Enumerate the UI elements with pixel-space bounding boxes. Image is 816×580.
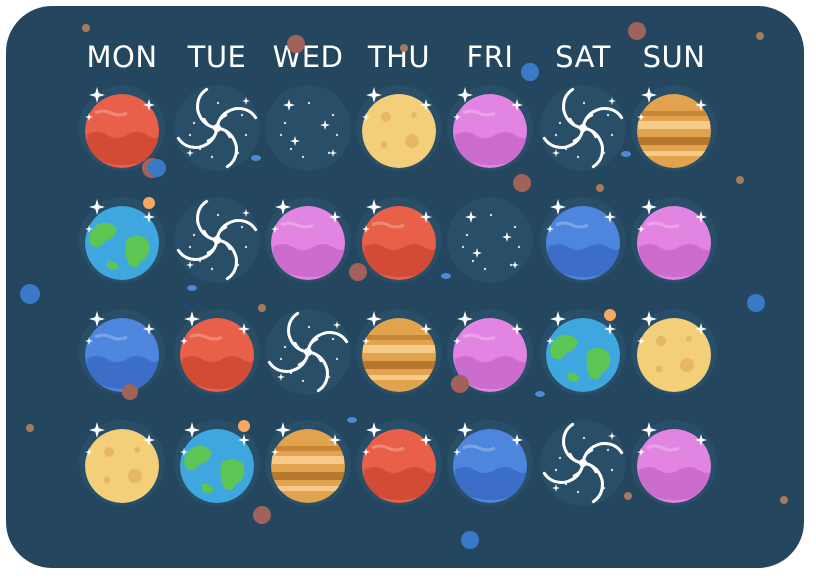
- day-cell-mon-week-4[interactable]: [77, 418, 167, 508]
- day-cell-mon-week-1[interactable]: [77, 83, 167, 173]
- pink-planet-icon: [447, 309, 533, 395]
- day-cell-wed-week-3[interactable]: [263, 307, 353, 397]
- neptune-planet-icon: [447, 420, 533, 506]
- day-cell-fri-week-3[interactable]: [445, 307, 535, 397]
- starry-sky-icon: [265, 85, 351, 171]
- starry-sky-icon: [447, 197, 533, 283]
- neptune-planet-icon: [79, 309, 165, 395]
- weekday-header-fri: FRI: [466, 40, 514, 74]
- moon-planet-icon: [356, 85, 442, 171]
- day-cell-sun-week-2[interactable]: [629, 195, 719, 285]
- jupiter-planet-icon: [356, 309, 442, 395]
- moon-planet-icon: [631, 309, 717, 395]
- mars-planet-icon: [174, 309, 260, 395]
- day-cell-thu-week-3[interactable]: [354, 307, 444, 397]
- moon-planet-icon: [79, 420, 165, 506]
- jupiter-planet-icon: [631, 85, 717, 171]
- day-cell-mon-week-3[interactable]: [77, 307, 167, 397]
- weekday-header-thu: THU: [367, 40, 431, 74]
- weekday-header-tue: TUE: [187, 40, 247, 74]
- day-cell-tue-week-4[interactable]: [172, 418, 262, 508]
- day-cell-fri-week-2[interactable]: [445, 195, 535, 285]
- galaxy-icon: [265, 309, 351, 395]
- day-cell-sat-week-3[interactable]: [538, 307, 628, 397]
- day-cell-sat-week-1[interactable]: [538, 83, 628, 173]
- pink-planet-icon: [631, 420, 717, 506]
- day-cell-tue-week-2[interactable]: [172, 195, 262, 285]
- weekday-header-sun: SUN: [642, 40, 706, 74]
- mars-planet-icon: [356, 197, 442, 283]
- day-cell-sat-week-2[interactable]: [538, 195, 628, 285]
- weekday-header-wed: WED: [272, 40, 344, 74]
- day-cell-sun-week-1[interactable]: [629, 83, 719, 173]
- galaxy-icon: [540, 420, 626, 506]
- earth-planet-icon: [174, 420, 260, 506]
- day-cell-fri-week-4[interactable]: [445, 418, 535, 508]
- day-cell-wed-week-4[interactable]: [263, 418, 353, 508]
- day-cell-sat-week-4[interactable]: [538, 418, 628, 508]
- day-cell-wed-week-2[interactable]: [263, 195, 353, 285]
- day-cell-sun-week-3[interactable]: [629, 307, 719, 397]
- galaxy-icon: [174, 85, 260, 171]
- day-cell-thu-week-1[interactable]: [354, 83, 444, 173]
- day-cell-wed-week-1[interactable]: [263, 83, 353, 173]
- mars-planet-icon: [356, 420, 442, 506]
- mars-planet-icon: [79, 85, 165, 171]
- jupiter-planet-icon: [265, 420, 351, 506]
- day-cell-thu-week-4[interactable]: [354, 418, 444, 508]
- day-cell-thu-week-2[interactable]: [354, 195, 444, 285]
- day-cell-tue-week-1[interactable]: [172, 83, 262, 173]
- earth-planet-icon: [79, 197, 165, 283]
- day-cell-tue-week-3[interactable]: [172, 307, 262, 397]
- neptune-planet-icon: [540, 197, 626, 283]
- pink-planet-icon: [631, 197, 717, 283]
- earth-planet-icon: [540, 309, 626, 395]
- day-cell-sun-week-4[interactable]: [629, 418, 719, 508]
- day-cell-mon-week-2[interactable]: [77, 195, 167, 285]
- day-cell-fri-week-1[interactable]: [445, 83, 535, 173]
- weekday-header-mon: MON: [86, 40, 158, 74]
- pink-planet-icon: [265, 197, 351, 283]
- pink-planet-icon: [447, 85, 533, 171]
- weekday-header-sat: SAT: [555, 40, 611, 74]
- galaxy-icon: [540, 85, 626, 171]
- galaxy-icon: [174, 197, 260, 283]
